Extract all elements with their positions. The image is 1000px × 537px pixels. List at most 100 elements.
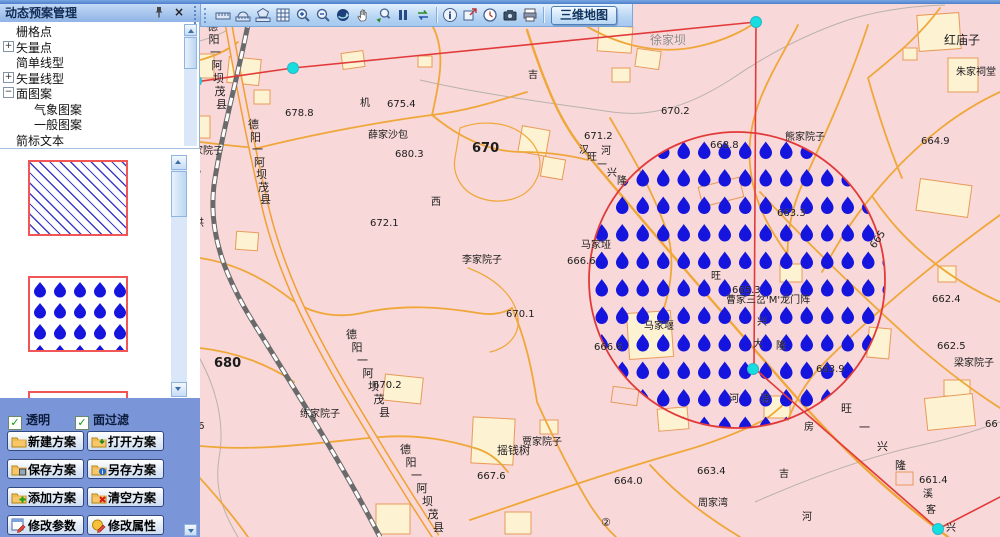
- refresh-icon[interactable]: [413, 5, 433, 25]
- map-label: 675.4: [387, 100, 416, 110]
- tree-scroll-thumb[interactable]: [184, 37, 197, 69]
- zoom-out-icon[interactable]: [313, 5, 333, 25]
- map-label: 一: [411, 470, 422, 481]
- measure-polygon-icon[interactable]: [253, 5, 273, 25]
- plan-vertex-handle[interactable]: [933, 524, 944, 535]
- checkbox-box[interactable]: ✓: [8, 416, 22, 430]
- map-label: 672.1: [370, 219, 399, 229]
- plan-management-panel: 动态预案管理 × 栅格点+矢量点简单线型+矢量线型−面图案气象图案一般图案箭标文…: [0, 4, 200, 537]
- plan-actions-panel: ✓透明 ✓面过滤 新建方案 打开方案保存方案i另存方案添加方案清空方案修改参数修改属…: [0, 398, 200, 537]
- map-label: 茂: [258, 182, 269, 193]
- folder-clear-button[interactable]: 清空方案: [87, 487, 164, 507]
- button-label: 添加方案: [27, 489, 77, 506]
- zoom-in-icon[interactable]: [293, 5, 313, 25]
- pause-icon[interactable]: [393, 5, 413, 25]
- map-label: ②: [601, 517, 611, 528]
- swatch-raindrops[interactable]: [28, 276, 128, 352]
- plan-area-circle[interactable]: [589, 132, 885, 428]
- tree-scrollbar[interactable]: [184, 24, 197, 146]
- tree-item-气象图案[interactable]: 气象图案: [0, 100, 183, 116]
- grid-icon[interactable]: [273, 5, 293, 25]
- measure-dome-icon[interactable]: [233, 5, 253, 25]
- panel-title-bar[interactable]: 动态预案管理 ×: [0, 4, 200, 22]
- map-label: 678.8: [285, 109, 314, 119]
- map-label: .6: [200, 422, 205, 432]
- map-label: 徐家坝: [650, 34, 686, 46]
- toolbar-grip[interactable]: [204, 8, 209, 23]
- map-label: 668.8: [710, 141, 739, 151]
- map-label: 兴: [607, 169, 617, 179]
- folder-open-button[interactable]: 打开方案: [87, 431, 164, 451]
- zoom-previous-icon[interactable]: [373, 5, 393, 25]
- map-3d-button[interactable]: 三维地图: [551, 6, 617, 25]
- swatch-diagonal-hatch[interactable]: [28, 160, 128, 236]
- export-icon[interactable]: [460, 5, 480, 25]
- tree-item-一般图案[interactable]: 一般图案: [0, 115, 183, 131]
- map-label: 663.9: [816, 365, 845, 375]
- map-label: 大: [753, 340, 763, 350]
- expand-icon[interactable]: +: [3, 72, 14, 83]
- map-label: 河: [601, 147, 611, 157]
- folder-new-button[interactable]: 新建方案: [7, 431, 84, 451]
- measure-distance-icon[interactable]: [213, 5, 233, 25]
- preview-scroll-thumb[interactable]: [171, 171, 187, 217]
- plan-polyline[interactable]: [754, 368, 938, 529]
- map-label: 一: [252, 144, 263, 155]
- map-label: 661.4: [919, 476, 948, 486]
- map-label: 阳: [352, 342, 363, 353]
- plan-vertex-handle[interactable]: [288, 63, 299, 74]
- map-label: 溪: [923, 490, 933, 500]
- map-label: 隆: [895, 460, 906, 471]
- checkbox-box[interactable]: ✓: [75, 416, 89, 430]
- info-icon[interactable]: i: [440, 5, 460, 25]
- map-label: 坝: [213, 73, 224, 84]
- map-label: 旺: [711, 272, 721, 282]
- map-label: 周家湾: [698, 499, 728, 509]
- full-extent-icon[interactable]: [333, 5, 353, 25]
- expand-icon[interactable]: +: [3, 41, 14, 52]
- button-label: 打开方案: [107, 433, 157, 450]
- print-icon[interactable]: [520, 5, 540, 25]
- tree-item-箭标文本[interactable]: 箭标文本: [0, 131, 183, 147]
- map-label: 红庙子: [944, 34, 980, 46]
- map-label: 旺: [587, 153, 597, 163]
- plan-polyline[interactable]: [200, 22, 756, 83]
- close-icon[interactable]: ×: [172, 6, 186, 20]
- plan-vertex-handle[interactable]: [748, 364, 759, 375]
- folder-add-button[interactable]: 添加方案: [7, 487, 84, 507]
- map-label: 66: [985, 420, 998, 430]
- preview-scroll-down[interactable]: [171, 382, 187, 397]
- map-label: 马家垭: [581, 241, 611, 251]
- tree-item-面图案[interactable]: −面图案: [0, 84, 183, 100]
- plan-vertex-handle[interactable]: [751, 17, 762, 28]
- snapshot-icon[interactable]: [500, 5, 520, 25]
- map-label: 662.4: [932, 295, 961, 305]
- map-label: 680.3: [395, 150, 424, 160]
- preview-scrollbar[interactable]: [171, 155, 187, 397]
- map-canvas[interactable]: 徐家坝红庙子朱家祠堂664.9熊家院子668.8670.2机675.4678.8…: [200, 4, 1000, 537]
- tree-item-矢量线型[interactable]: +矢量线型: [0, 69, 183, 85]
- map-label: 一: [210, 47, 221, 58]
- map-label: 茂: [374, 394, 385, 405]
- collapse-icon[interactable]: −: [3, 87, 14, 98]
- tree-scroll-up[interactable]: [184, 24, 197, 36]
- pan-hand-icon[interactable]: [353, 5, 373, 25]
- tree-item-简单线型[interactable]: 简单线型: [0, 53, 183, 69]
- folder-save-button[interactable]: 保存方案: [7, 459, 84, 479]
- edit-props-button[interactable]: 修改属性: [87, 515, 164, 535]
- map-label: 663.4: [697, 467, 726, 477]
- tree-item-矢量点[interactable]: +矢量点: [0, 38, 183, 54]
- clock-icon[interactable]: [480, 5, 500, 25]
- folder-saveas-button[interactable]: i另存方案: [87, 459, 164, 479]
- tree-item-栅格点[interactable]: 栅格点: [0, 22, 183, 38]
- preview-scroll-up[interactable]: [171, 155, 187, 170]
- edit-params-button[interactable]: 修改参数: [7, 515, 84, 535]
- button-label: 另存方案: [107, 461, 157, 478]
- map-label: 河: [802, 513, 812, 523]
- map-label: 阳: [209, 34, 220, 45]
- map-label: 兴: [946, 524, 956, 534]
- pin-icon[interactable]: [152, 6, 166, 20]
- checkbox-透明[interactable]: ✓透明: [8, 411, 50, 425]
- panel-scroll-down[interactable]: [184, 524, 197, 536]
- checkbox-面过滤[interactable]: ✓面过滤: [75, 411, 129, 425]
